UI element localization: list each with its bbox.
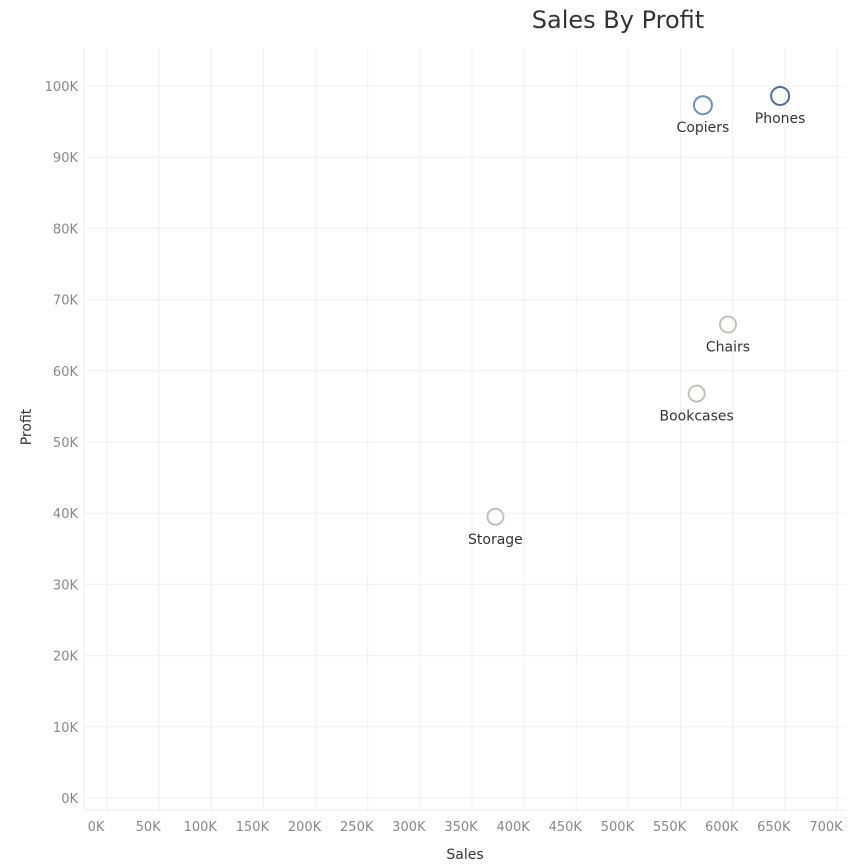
y-tick-label: 10K <box>53 721 79 736</box>
y-tick-label: 20K <box>53 650 79 665</box>
x-tick-label: 650K <box>757 820 791 835</box>
y-tick-label: 60K <box>53 365 79 380</box>
y-tick-label: 40K <box>53 507 79 522</box>
y-tick-label: 50K <box>53 436 79 451</box>
x-tick-label: 350K <box>444 820 478 835</box>
x-tick-label: 450K <box>549 820 583 835</box>
y-tick-label: 30K <box>53 578 79 593</box>
data-label: Phones <box>755 111 806 127</box>
data-point[interactable] <box>687 384 706 403</box>
x-tick-label: 550K <box>653 820 687 835</box>
y-tick-label: 80K <box>53 222 79 237</box>
x-tick-label: 500K <box>601 820 635 835</box>
x-tick-label: 700K <box>809 820 843 835</box>
x-tick-label: 100K <box>184 820 218 835</box>
x-tick-label: 200K <box>288 820 322 835</box>
x-tick-label: 300K <box>392 820 426 835</box>
scatter-chart: 0K 50K 100K 150K 200K 250K 300K 350K 400K 450K 500… <box>19 48 846 863</box>
data-point[interactable] <box>770 85 791 106</box>
data-label: Storage <box>468 532 523 548</box>
data-point[interactable] <box>486 507 505 526</box>
data-label: Chairs <box>706 340 750 356</box>
data-label: Copiers <box>677 120 730 136</box>
data-label: Bookcases <box>660 409 734 425</box>
y-tick-label: 0K <box>61 792 78 807</box>
x-tick-label: 50K <box>136 820 162 835</box>
x-tick-label: 400K <box>496 820 530 835</box>
x-tick-label: 600K <box>705 820 739 835</box>
x-axis-title: Sales <box>446 847 483 863</box>
y-tick-label: 90K <box>53 151 79 166</box>
axis-ticks: 0K 50K 100K 150K 200K 250K 300K 350K 400K 450K 500… <box>45 80 843 835</box>
x-tick-label: 150K <box>236 820 270 835</box>
x-tick-label: 0K <box>88 820 105 835</box>
y-axis-title: Profit <box>19 408 35 445</box>
x-tick-label: 250K <box>340 820 374 835</box>
grid <box>83 48 846 811</box>
data-point[interactable] <box>692 95 713 116</box>
y-tick-label: 70K <box>53 294 79 309</box>
data-points: Phones Copiers Chairs Bookcases Storage <box>468 85 806 548</box>
data-point[interactable] <box>718 315 737 334</box>
y-tick-label: 100K <box>45 80 79 95</box>
